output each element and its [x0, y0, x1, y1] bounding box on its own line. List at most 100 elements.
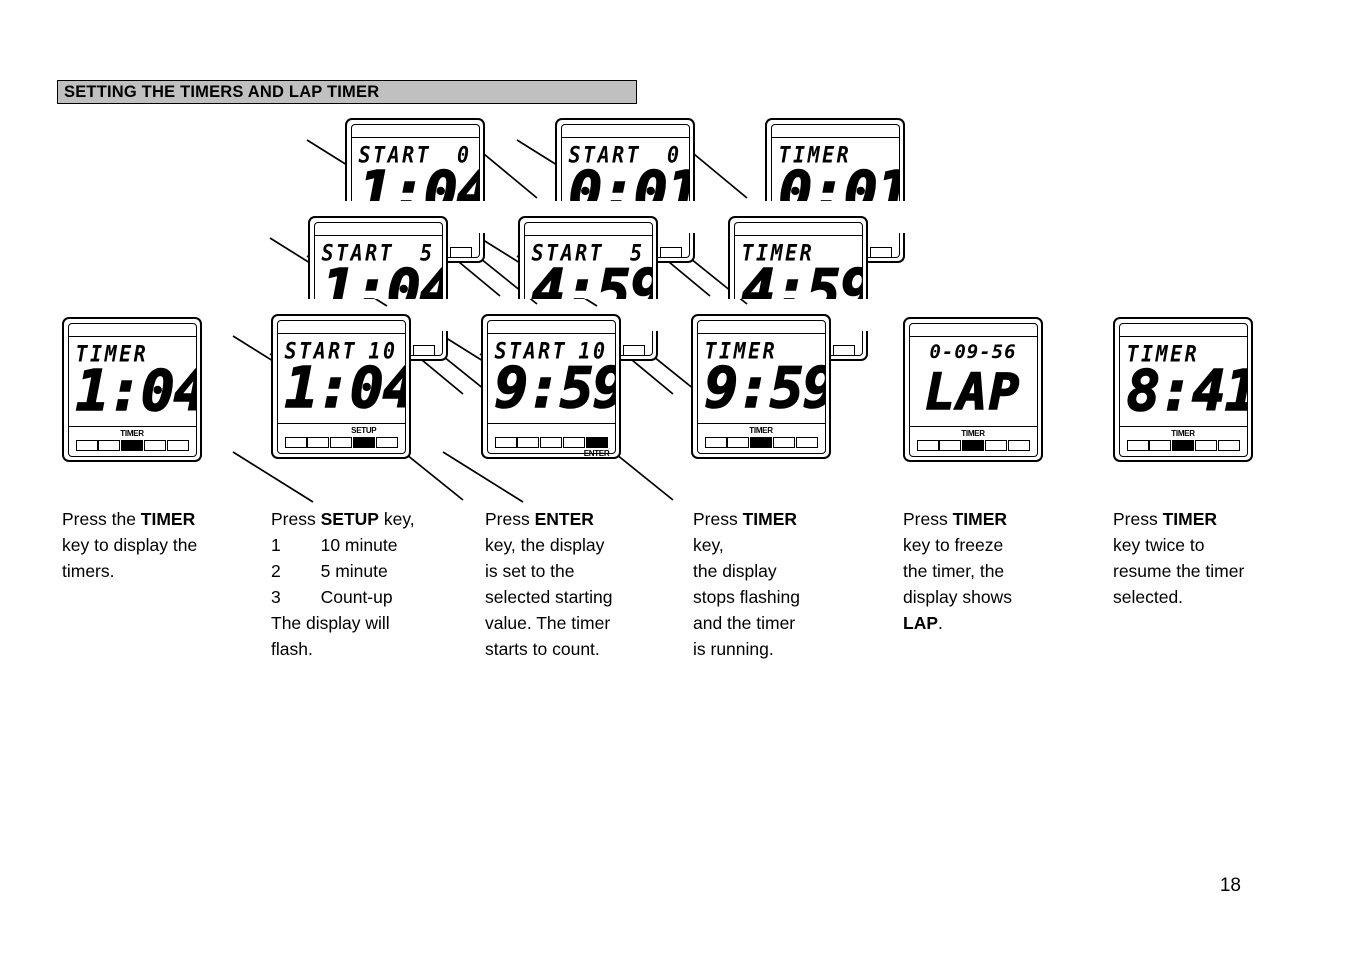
key-timer[interactable]: TIMER	[1171, 429, 1195, 451]
timer-device: 0-09-56 LAP TIMER	[903, 317, 1043, 462]
key-5[interactable]	[412, 345, 435, 356]
caption-line: key,	[693, 532, 898, 558]
lcd-status-row: START 10	[495, 337, 608, 364]
key-label-timer: TIMER	[961, 428, 985, 438]
device-body: TIMER 0:01	[770, 123, 900, 202]
caption-text: Press	[271, 509, 321, 529]
timer-device: TIMER 8:41 TIMER	[1113, 317, 1253, 462]
key-3[interactable]	[330, 436, 352, 448]
key-5[interactable]	[449, 247, 472, 258]
caption-text: Press	[693, 509, 743, 529]
caption-line: is set to the	[485, 558, 690, 584]
key-1[interactable]	[494, 436, 517, 448]
caption-text: stops flashing	[693, 587, 801, 607]
lcd-screen: START 10 1:04	[278, 334, 405, 423]
device-top-strip	[351, 125, 479, 138]
caption-text: 2 5 minute	[271, 561, 388, 581]
key-2[interactable]	[517, 436, 540, 448]
keypad-row: TIMER	[68, 425, 196, 456]
caption-text: starts to count.	[485, 639, 600, 659]
caption-line: The display will	[271, 610, 476, 636]
keypad-row: ENTER	[487, 422, 615, 458]
key-4[interactable]	[562, 436, 585, 448]
lcd-mode-label: TIMER	[1126, 339, 1200, 367]
caption-text: Press	[485, 509, 535, 529]
caption-step-4-running: Press TIMER key, the display stops flashing…	[693, 506, 898, 662]
caption-line: 2 5 minute	[271, 558, 476, 584]
key-2[interactable]	[727, 436, 750, 448]
caption-text: selected.	[1113, 587, 1184, 607]
device-top-strip	[561, 125, 689, 138]
caption-line: 1 10 minute	[271, 532, 476, 558]
key-4[interactable]	[984, 439, 1007, 451]
key-1[interactable]	[704, 436, 727, 448]
device-body: 0-09-56 LAP TIMER	[908, 322, 1038, 457]
key-1[interactable]	[916, 439, 939, 451]
caption-emphasis: TIMER	[952, 509, 1008, 529]
timer-device: TIMER 1:04 TIMER	[62, 317, 202, 462]
key-label-timer: TIMER	[1171, 428, 1195, 438]
key-enter[interactable]: ENTER	[584, 436, 610, 458]
lcd-screen: TIMER 4:59	[735, 236, 862, 300]
lcd-mode-label: TIMER	[75, 339, 149, 367]
lcd-screen: TIMER 8:41	[1120, 337, 1247, 426]
caption-text: is running.	[693, 639, 774, 659]
key-5[interactable]	[869, 247, 892, 258]
key-1[interactable]	[1126, 439, 1149, 451]
key-setup[interactable]: SETUP	[351, 426, 377, 448]
key-1[interactable]	[75, 439, 98, 451]
caption-text: value. The timer	[485, 613, 611, 633]
key-2[interactable]	[1149, 439, 1172, 451]
device-top-strip	[277, 321, 405, 334]
key-5[interactable]	[166, 439, 189, 451]
device-top-strip	[314, 223, 442, 236]
key-5[interactable]	[1007, 439, 1030, 451]
caption-emphasis: ENTER	[534, 509, 594, 529]
lcd-screen: START 5 4:59	[525, 236, 652, 300]
key-5[interactable]	[832, 345, 855, 356]
key-1[interactable]	[284, 436, 307, 448]
key-4[interactable]	[143, 439, 166, 451]
caption-text: the timer, the	[903, 561, 1005, 581]
lcd-main-value: 9:59	[494, 355, 615, 421]
key-5[interactable]	[659, 247, 682, 258]
keypad-row: SETUP	[277, 422, 405, 453]
caption-step-1-timer: Press the TIMER key to display the timers.	[62, 506, 267, 584]
caption-line: resume the timer	[1113, 558, 1318, 584]
caption-line: LAP.	[903, 610, 1108, 636]
lcd-mode-label: START	[531, 238, 605, 266]
key-4[interactable]	[772, 436, 795, 448]
key-3[interactable]	[540, 436, 562, 448]
timer-device: TIMER 0:01	[765, 118, 905, 201]
caption-emphasis: LAP	[903, 613, 938, 633]
lcd-screen: START 10 9:59	[488, 334, 615, 423]
key-timer[interactable]: TIMER	[961, 429, 985, 451]
lcd-screen: TIMER 0:01	[772, 138, 899, 202]
lcd-mode-label: TIMER	[778, 140, 852, 168]
device-top-strip	[1119, 324, 1247, 337]
lcd-mode-label: START	[568, 140, 642, 168]
key-5[interactable]	[622, 345, 645, 356]
caption-line: Press SETUP key,	[271, 506, 476, 532]
caption-line: Press TIMER	[693, 506, 898, 532]
keypad-row: TIMER	[1119, 425, 1247, 456]
caption-text: The display will	[271, 613, 390, 633]
key-4[interactable]	[1194, 439, 1217, 451]
caption-line: Press TIMER	[903, 506, 1108, 532]
key-5[interactable]	[1217, 439, 1240, 451]
caption-step-3-enter: Press ENTER key, the display is set to the…	[485, 506, 690, 662]
caption-line: is running.	[693, 636, 898, 662]
key-5[interactable]	[375, 436, 398, 448]
key-2[interactable]	[98, 439, 121, 451]
timer-device: TIMER 4:59	[728, 216, 868, 299]
caption-text: resume the timer	[1113, 561, 1245, 581]
caption-line: key to freeze	[903, 532, 1108, 558]
caption-text: and the timer	[693, 613, 796, 633]
key-2[interactable]	[939, 439, 962, 451]
key-5[interactable]	[795, 436, 818, 448]
lcd-status-row: START 10	[285, 337, 398, 364]
caption-line: key to display the	[62, 532, 267, 558]
key-timer[interactable]: TIMER	[120, 429, 144, 451]
key-2[interactable]	[307, 436, 330, 448]
key-timer[interactable]: TIMER	[749, 426, 773, 448]
